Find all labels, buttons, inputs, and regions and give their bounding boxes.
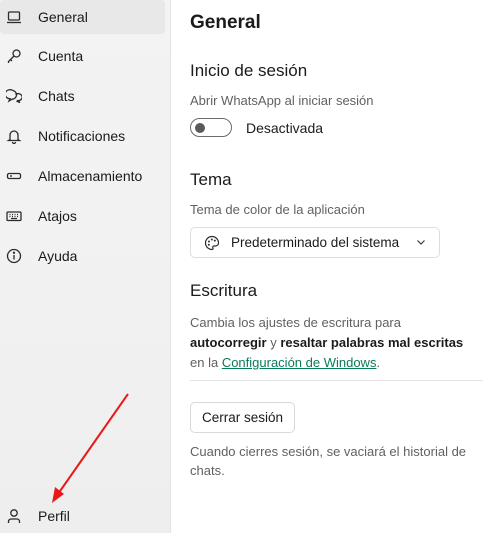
chat-bubbles-icon xyxy=(5,87,23,105)
sidebar-item-label: General xyxy=(38,9,88,25)
typing-text: Cambia los ajustes de escritura para xyxy=(190,315,401,330)
theme-heading: Tema xyxy=(190,170,232,189)
logout-note: Cuando cierres sesión, se vaciará el his… xyxy=(190,444,467,478)
typing-description: Cambia los ajustes de escritura para auto… xyxy=(190,313,485,373)
login-heading: Inicio de sesión xyxy=(190,61,308,80)
sidebar-item-notificaciones[interactable]: Notificaciones xyxy=(0,119,165,153)
typing-text: y xyxy=(266,335,281,350)
chevron-down-icon xyxy=(417,240,425,245)
sidebar-item-chats[interactable]: Chats xyxy=(0,79,165,113)
sidebar-item-label: Atajos xyxy=(38,208,77,224)
info-icon xyxy=(5,247,23,265)
bell-icon xyxy=(5,127,23,145)
sidebar-item-general[interactable]: General xyxy=(0,0,165,34)
sidebar-item-label: Chats xyxy=(38,88,75,104)
sidebar-item-label: Almacenamiento xyxy=(38,168,143,184)
typing-text: . xyxy=(376,355,381,370)
person-icon xyxy=(5,507,23,525)
theme-description: Tema de color de la aplicación xyxy=(190,202,365,217)
sidebar-item-label: Ayuda xyxy=(38,248,78,264)
theme-selected-value: Predeterminado del sistema xyxy=(231,235,400,250)
sidebar: General Cuenta Chats Notificaciones Alma… xyxy=(0,0,171,533)
sidebar-item-almacenamiento[interactable]: Almacenamiento xyxy=(0,159,165,193)
laptop-icon xyxy=(5,8,23,26)
startup-toggle[interactable] xyxy=(190,118,232,137)
toggle-state-label: Desactivada xyxy=(246,120,324,136)
typing-heading: Escritura xyxy=(190,281,258,300)
keyboard-icon xyxy=(5,207,23,225)
sidebar-item-cuenta[interactable]: Cuenta xyxy=(0,39,165,73)
login-description: Abrir WhatsApp al iniciar sesión xyxy=(190,93,374,108)
windows-settings-link[interactable]: Configuración de Windows xyxy=(222,355,377,370)
typing-bold-autocorrect: autocorregir xyxy=(190,335,267,350)
sidebar-item-label: Notificaciones xyxy=(38,128,126,144)
toggle-knob xyxy=(195,122,205,133)
sidebar-item-ayuda[interactable]: Ayuda xyxy=(0,239,165,273)
typing-text: en la xyxy=(190,355,222,370)
sidebar-item-label: Perfil xyxy=(38,508,70,524)
palette-icon xyxy=(204,235,220,250)
divider xyxy=(190,380,483,381)
logout-button[interactable]: Cerrar sesión xyxy=(190,402,295,433)
storage-icon xyxy=(5,167,23,185)
sidebar-item-label: Cuenta xyxy=(38,48,84,64)
sidebar-item-atajos[interactable]: Atajos xyxy=(0,199,165,233)
theme-dropdown[interactable]: Predeterminado del sistema xyxy=(190,227,440,258)
sidebar-item-perfil[interactable]: Perfil xyxy=(0,499,165,533)
key-icon xyxy=(5,47,23,65)
page-title: General xyxy=(190,12,261,33)
typing-bold-highlight: resaltar palabras mal escritas xyxy=(280,335,464,350)
